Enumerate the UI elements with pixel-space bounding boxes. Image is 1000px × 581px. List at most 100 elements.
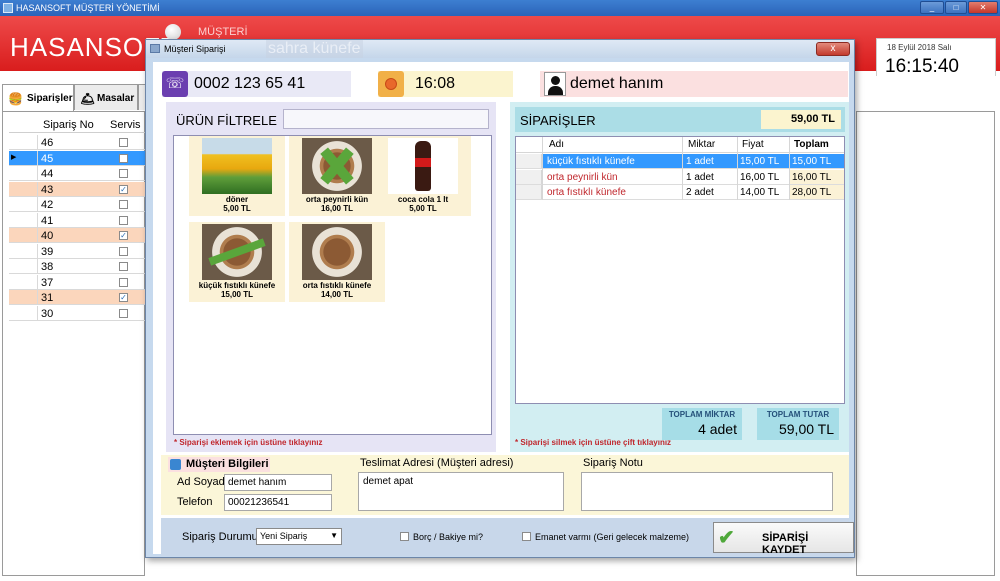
order-number: 37 bbox=[41, 276, 54, 289]
order-item-row[interactable]: orta fıstıklı künefe 2 adet 14,00 TL 28,00 … bbox=[516, 185, 844, 200]
table-row[interactable]: 38 bbox=[9, 259, 145, 274]
order-table-header: Adı Miktar Fiyat Toplam bbox=[516, 137, 844, 153]
tab-orders[interactable]: 🍔 Siparişler bbox=[2, 84, 74, 111]
phone-field[interactable] bbox=[224, 494, 332, 511]
grid-header-corner bbox=[9, 117, 37, 133]
order-item-row[interactable]: orta peynirli kün 1 adet 16,00 TL 16,00 TL bbox=[516, 169, 844, 185]
customer-card-icon bbox=[170, 459, 181, 470]
service-checkbox[interactable]: ✓ bbox=[119, 231, 128, 240]
debt-checkbox[interactable] bbox=[400, 532, 409, 541]
service-checkbox[interactable] bbox=[119, 169, 128, 178]
name-label: Ad Soyad bbox=[177, 476, 225, 488]
product-price: 15,00 TL bbox=[220, 290, 253, 299]
service-checkbox[interactable]: ✓ bbox=[119, 184, 128, 194]
orders-grid: Sipariş No Servis 46 ▶ 45 44 43 ✓ 42 41 40 ✓ 39 38 3… bbox=[2, 111, 145, 576]
table-row[interactable]: 41 bbox=[9, 212, 145, 228]
order-number: 39 bbox=[41, 245, 54, 258]
tulip-photo bbox=[202, 138, 272, 194]
order-item-total: 15,00 TL bbox=[792, 156, 832, 167]
dialog-icon bbox=[150, 44, 160, 53]
header-subtitle: MÜŞTERİ bbox=[198, 26, 248, 38]
checkmark-icon: ✔ bbox=[718, 527, 735, 549]
product-tile[interactable]: küçük fıstıklı künefe 15,00 TL bbox=[189, 222, 285, 302]
product-tile[interactable]: döner 5,00 TL bbox=[189, 136, 285, 216]
col-name: Adı bbox=[549, 139, 565, 150]
total-amount-label: TOPLAM TUTAR bbox=[766, 410, 830, 419]
order-number: 44 bbox=[41, 168, 54, 180]
order-item-total: 16,00 TL bbox=[790, 169, 844, 184]
order-item-row[interactable]: küçük fıstıklı künefe 1 adet 15,00 TL 15,00… bbox=[516, 154, 844, 169]
product-filter-label: ÜRÜN FİLTRELE bbox=[176, 113, 277, 128]
col-price: Fiyat bbox=[742, 139, 764, 150]
col-service: Servis bbox=[110, 119, 141, 131]
save-order-label: SİPARİŞİ KAYDET bbox=[762, 532, 809, 556]
total-quantity-value: 4 adet bbox=[698, 421, 737, 437]
service-checkbox[interactable] bbox=[119, 153, 128, 163]
table-row[interactable]: 39 bbox=[9, 243, 145, 259]
row-indicator bbox=[516, 154, 542, 168]
dialog-close-button[interactable]: x bbox=[816, 42, 850, 56]
product-price: 5,00 TL bbox=[409, 204, 437, 213]
row-indicator bbox=[516, 185, 542, 199]
service-checkbox[interactable] bbox=[119, 308, 128, 318]
col-order-no: Sipariş No bbox=[43, 119, 94, 131]
main-area-corner bbox=[856, 76, 1000, 112]
dialog-body: ☏ 0002 123 65 41 16:08 demet hanım ÜRÜN … bbox=[153, 62, 854, 556]
order-number: 45 bbox=[41, 152, 54, 165]
service-checkbox[interactable] bbox=[119, 246, 128, 256]
product-tile[interactable]: orta peynirli kün 16,00 TL bbox=[289, 136, 385, 216]
service-checkbox[interactable] bbox=[119, 262, 128, 271]
kunefe-photo bbox=[302, 224, 372, 280]
order-note-field[interactable] bbox=[581, 472, 833, 511]
phone-icon: ☏ bbox=[162, 71, 188, 97]
table-row[interactable]: 44 bbox=[9, 166, 145, 181]
customer-info-section: Müşteri Bilgileri Ad Soyad Telefon Tesli… bbox=[161, 455, 849, 515]
clock-time: 16:15:40 bbox=[885, 56, 959, 77]
total-amount-value: 59,00 TL bbox=[778, 421, 834, 437]
close-button[interactable]: ✕ bbox=[968, 1, 998, 14]
table-row[interactable]: 31 ✓ bbox=[9, 290, 145, 305]
service-checkbox[interactable]: ✓ bbox=[119, 293, 128, 302]
table-row[interactable]: ▶ 45 bbox=[9, 150, 145, 166]
table-row[interactable]: 46 bbox=[9, 135, 145, 150]
save-order-button[interactable]: ✔ SİPARİŞİ KAYDET bbox=[713, 522, 854, 556]
order-number: 41 bbox=[41, 214, 54, 227]
status-select[interactable]: Yeni Sipariş ▼ bbox=[256, 528, 342, 545]
ghost-title: sahra künefe bbox=[266, 40, 363, 58]
col-qty: Miktar bbox=[688, 139, 716, 150]
service-checkbox[interactable] bbox=[119, 277, 128, 287]
tab-orders-label: Siparişler bbox=[27, 93, 73, 104]
service-checkbox[interactable] bbox=[119, 215, 128, 225]
phone-label: Telefon bbox=[177, 496, 213, 508]
maximize-button[interactable]: □ bbox=[945, 1, 967, 14]
phone-display: ☏ 0002 123 65 41 bbox=[162, 71, 351, 97]
order-number: 40 bbox=[41, 230, 54, 242]
tab-tables[interactable]: 🛎 Masalar bbox=[74, 84, 138, 110]
tab-tables-label: Masalar bbox=[97, 93, 135, 104]
product-tile[interactable]: coca cola 1 lt 5,00 TL bbox=[375, 136, 471, 216]
status-value: Yeni Sipariş bbox=[260, 531, 308, 541]
table-row[interactable]: 43 ✓ bbox=[9, 181, 145, 197]
kunefe-photo bbox=[202, 224, 272, 280]
service-checkbox[interactable] bbox=[119, 138, 128, 147]
kunefe-photo bbox=[302, 138, 372, 194]
product-tile[interactable]: orta fıstıklı künefe 14,00 TL bbox=[289, 222, 385, 302]
product-price: 16,00 TL bbox=[320, 204, 353, 213]
chevron-down-icon: ▼ bbox=[330, 531, 338, 540]
debt-label: Borç / Bakiye mi? bbox=[413, 532, 484, 542]
table-row[interactable]: 37 bbox=[9, 274, 145, 290]
name-field[interactable] bbox=[224, 474, 332, 491]
customer-info-title: Müşteri Bilgileri bbox=[168, 457, 270, 472]
product-filter-input[interactable] bbox=[283, 109, 489, 129]
trust-checkbox[interactable] bbox=[522, 532, 531, 541]
address-field[interactable]: demet apat bbox=[358, 472, 564, 511]
service-bell-icon: 🛎 bbox=[80, 92, 96, 106]
customer-display: demet hanım bbox=[540, 71, 848, 97]
table-row[interactable]: 42 bbox=[9, 197, 145, 212]
burger-icon: 🍔 bbox=[8, 92, 23, 106]
order-item-price: 15,00 TL bbox=[740, 156, 780, 167]
service-checkbox[interactable] bbox=[119, 200, 128, 209]
minimize-button[interactable]: _ bbox=[920, 1, 944, 14]
table-row[interactable]: 30 bbox=[9, 305, 145, 321]
table-row[interactable]: 40 ✓ bbox=[9, 228, 145, 243]
